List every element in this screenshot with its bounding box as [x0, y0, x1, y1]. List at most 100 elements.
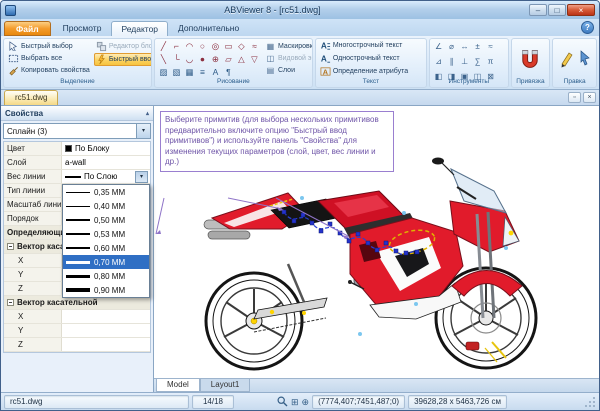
dropdown-arrow-icon[interactable]: ▾ [135, 171, 148, 183]
properties-panel: Свойства ▴ Сплайн (3) ▾ Цвет По Блоку Сл… [1, 106, 154, 392]
drawing-tool-icon[interactable]: ≈ [248, 40, 261, 53]
zoom-in-icon[interactable]: ⊕ [302, 395, 310, 409]
collapse-panel-icon[interactable]: ▴ [146, 110, 149, 117]
titlebar[interactable]: ABViewer 8 - [rc51.dwg] – □ × [1, 1, 599, 19]
lineweight-option[interactable]: 0,60 ММ [63, 241, 149, 255]
singleline-text-button[interactable]: A Однострочный текст [318, 53, 424, 64]
drawing-tool-icon[interactable]: ◎ [209, 40, 222, 53]
document-tab[interactable]: rc51.dwg [4, 90, 58, 105]
select-all-button[interactable]: Выбрать все [6, 52, 92, 64]
drawing-tool-icon[interactable]: ◡ [183, 53, 196, 66]
tool-icon[interactable]: ∥ [445, 55, 458, 68]
tool-icon[interactable]: ⌀ [445, 40, 458, 53]
group-label-snap: Привязка [514, 77, 548, 87]
collapse-box-icon[interactable] [7, 243, 14, 250]
block-editor-button[interactable]: Редактор блоков [94, 40, 152, 53]
ribbon-tab[interactable]: Редактор [111, 21, 168, 36]
property-row-z2[interactable]: Z [4, 338, 150, 352]
edit-cursor-icon[interactable] [578, 49, 592, 69]
drawing-tool-icon[interactable]: ○ [196, 40, 209, 53]
drawing-tool-icon[interactable]: ▭ [222, 40, 235, 53]
edit-pencil-icon[interactable] [558, 49, 576, 69]
drawing-tool-icon[interactable]: ▽ [248, 53, 261, 66]
tool-icon[interactable]: π [484, 55, 497, 68]
color-swatch [65, 145, 72, 152]
viewport-button[interactable]: ◫ Видовой экран [263, 52, 313, 64]
lineweight-option[interactable]: 0,80 ММ [63, 269, 149, 283]
svg-text:A: A [321, 42, 327, 51]
drawing-canvas[interactable]: Выберите примитив (для выбора нескольких… [154, 106, 599, 378]
drawing-tool-icon[interactable]: ⌐ [170, 40, 183, 53]
resize-grip[interactable] [584, 396, 596, 408]
statusbar: rc51.dwg 14/18 ⊞ ⊕ (7774,407;7451,487;0)… [1, 392, 599, 410]
window-controls: – □ × [529, 4, 595, 16]
lineweight-option[interactable]: 0,90 ММ [63, 283, 149, 297]
lineweight-option[interactable]: 0,50 ММ [63, 213, 149, 227]
masking-button[interactable]: ▦ Маскировка ▾ [263, 40, 313, 52]
tool-icon[interactable]: ∠ [432, 40, 445, 53]
rear-wheel[interactable] [206, 273, 302, 369]
tool-icon[interactable]: ↔ [458, 40, 471, 53]
ribbon-group-text: A Многострочный текст A Однострочный тек… [315, 38, 427, 88]
layers-button[interactable]: ▤ Слои [263, 65, 313, 77]
tool-icon[interactable]: ⊿ [432, 55, 445, 68]
hint-callout: Выберите примитив (для выбора нескольких… [160, 111, 394, 172]
lineweight-option[interactable]: 0,53 ММ [63, 227, 149, 241]
lineweight-line-sample [66, 247, 90, 249]
minimize-button[interactable]: – [529, 4, 547, 16]
blocks-icon [96, 41, 107, 52]
property-row-x2[interactable]: X [4, 310, 150, 324]
drawing-tool-icon[interactable]: ◠ [183, 40, 196, 53]
property-row-y2[interactable]: Y [4, 324, 150, 338]
doc-close-icon[interactable]: × [583, 92, 596, 103]
property-section-tangent-vector-2[interactable]: Вектор касательной [4, 296, 150, 310]
property-row-lineweight[interactable]: Вес линии По Слою▾ [4, 170, 150, 184]
file-menu-button[interactable]: Файл [4, 21, 51, 36]
property-row-color[interactable]: Цвет По Блоку [4, 142, 150, 156]
dashed-rectangle-icon [8, 53, 19, 64]
property-row-layer[interactable]: Слой a-wall [4, 156, 150, 170]
drawing-tool-icon[interactable]: △ [235, 53, 248, 66]
copy-properties-button[interactable]: Копировать свойства [6, 65, 92, 77]
lineweight-line-sample [66, 275, 90, 278]
lineweight-option[interactable]: 0,70 ММ [63, 255, 149, 269]
group-label-drawing: Рисование [157, 77, 310, 87]
drawing-tool-icon[interactable]: ⊕ [209, 53, 222, 66]
doc-restore-icon[interactable]: ▫ [568, 92, 581, 103]
ribbon-tab[interactable]: Дополнительно [169, 21, 248, 36]
drawing-tool-icon[interactable]: ╱ [157, 40, 170, 53]
lineweight-option[interactable]: 0,40 ММ [63, 199, 149, 213]
ribbon: Быстрый выбор Выбрать все Копировать сво… [1, 36, 599, 90]
zoom-icon[interactable] [277, 396, 288, 407]
drawing-tool-icon[interactable]: └ [170, 53, 183, 66]
multiline-text-button[interactable]: A Многострочный текст [318, 40, 424, 51]
group-label-tools: Инструменты [432, 77, 505, 87]
maximize-button[interactable]: □ [548, 4, 566, 16]
attribute-definition-button[interactable]: A Определение атрибута [318, 66, 424, 77]
ribbon-tab[interactable]: Просмотр [54, 21, 111, 36]
drawing-tool-icon[interactable]: ● [196, 53, 209, 66]
tool-icon[interactable]: ⊥ [458, 55, 471, 68]
lineweight-sample [65, 176, 81, 178]
tool-icon[interactable]: ± [471, 40, 484, 53]
zoom-extents-icon[interactable]: ⊞ [291, 395, 299, 409]
layout-tab[interactable]: Layout1 [200, 379, 250, 392]
lineweight-line-sample [66, 206, 90, 207]
tool-icon[interactable]: ∑ [471, 55, 484, 68]
collapse-box-icon[interactable] [7, 299, 14, 306]
selection-combobox[interactable]: Сплайн (3) ▾ [3, 123, 151, 139]
snap-magnet-icon[interactable] [518, 47, 542, 71]
help-icon[interactable]: ? [581, 21, 594, 34]
close-button[interactable]: × [567, 4, 595, 16]
combo-arrow-icon[interactable]: ▾ [136, 124, 150, 138]
tool-icon[interactable]: ≈ [484, 40, 497, 53]
viewport-icon: ◫ [265, 53, 276, 64]
drawing-tool-icon[interactable]: ◇ [235, 40, 248, 53]
drawing-tool-icon[interactable]: ╲ [157, 53, 170, 66]
attribute-icon: A [320, 66, 331, 77]
quick-input-button[interactable]: Быстрый ввод [94, 53, 152, 66]
quick-select-button[interactable]: Быстрый выбор [6, 40, 92, 52]
layout-tab[interactable]: Model [156, 379, 200, 392]
drawing-tool-icon[interactable]: ▱ [222, 53, 235, 66]
lineweight-option[interactable]: 0,35 ММ [63, 185, 149, 199]
